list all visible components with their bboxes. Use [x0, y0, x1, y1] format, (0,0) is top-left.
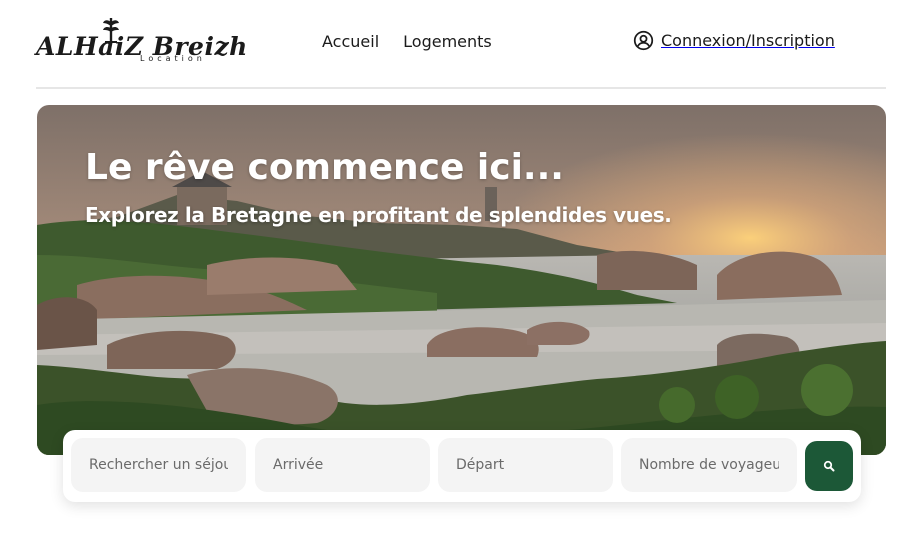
- search-bar: [63, 430, 861, 502]
- departure-date-input[interactable]: [438, 438, 613, 492]
- user-circle-icon: [633, 30, 654, 51]
- search-icon: [823, 460, 835, 472]
- hero-banner: Le rêve commence ici... Explorez la Bret…: [37, 105, 886, 455]
- nav-link-logements[interactable]: Logements: [403, 32, 492, 51]
- login-link[interactable]: Connexion/Inscription: [633, 30, 835, 51]
- header-divider: [36, 87, 886, 89]
- login-label: Connexion/Inscription: [661, 31, 835, 50]
- hero-title: Le rêve commence ici...: [85, 147, 564, 188]
- hero-subtitle: Explorez la Bretagne en profitant de spl…: [85, 203, 672, 227]
- arrival-date-input[interactable]: [255, 438, 430, 492]
- guests-count-input[interactable]: [621, 438, 797, 492]
- destination-search-input[interactable]: [71, 438, 246, 492]
- brand-logo[interactable]: ALHaiZ Breizh Location: [36, 16, 247, 68]
- brand-tagline: Location: [140, 54, 206, 63]
- nav-link-accueil[interactable]: Accueil: [322, 32, 379, 51]
- search-button[interactable]: [805, 441, 853, 491]
- site-header: ALHaiZ Breizh Location Accueil Logements…: [0, 0, 913, 89]
- main-nav: Accueil Logements: [322, 32, 492, 51]
